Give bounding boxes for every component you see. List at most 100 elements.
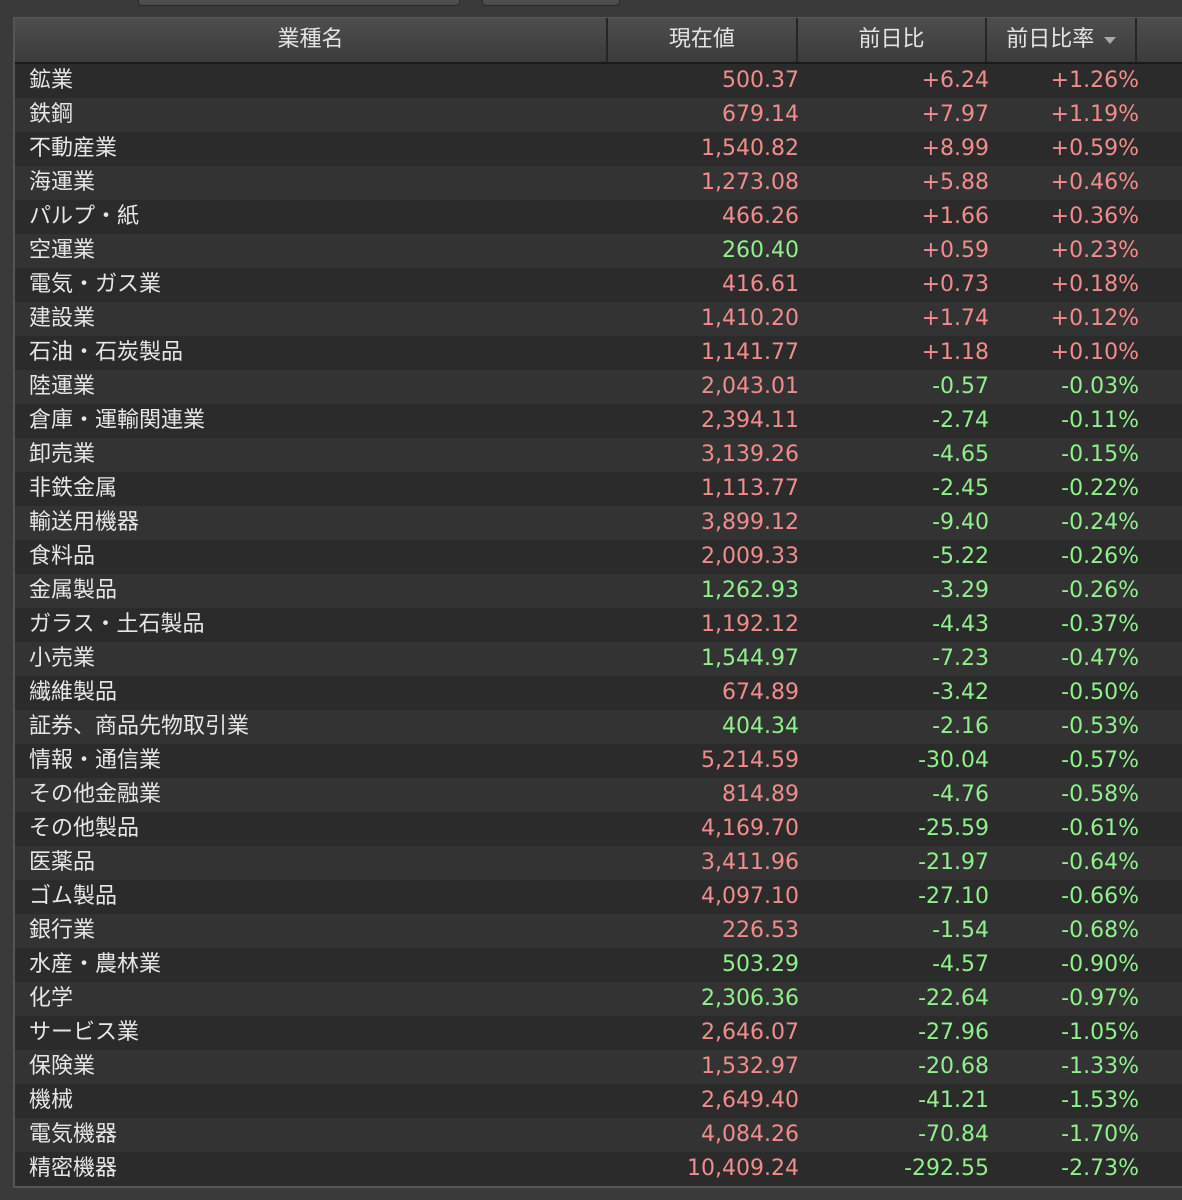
change-cell: +7.97 bbox=[921, 102, 989, 127]
table-row[interactable]: 空運業 260.40 +0.59 +0.23% bbox=[15, 234, 1182, 268]
price-cell: 5,214.59 bbox=[701, 748, 799, 773]
sector-name-cell: サービス業 bbox=[29, 1020, 140, 1045]
table-row[interactable]: 繊維製品 674.89 -3.42 -0.50% bbox=[15, 676, 1182, 710]
change-cell: -30.04 bbox=[918, 748, 989, 773]
change-rate-cell: -0.11% bbox=[1061, 408, 1139, 433]
sector-name-cell: 銀行業 bbox=[29, 918, 96, 943]
table-row[interactable]: 非鉄金属 1,113.77 -2.45 -0.22% bbox=[15, 472, 1182, 506]
toolbar-tab[interactable] bbox=[138, 0, 460, 6]
sort-descending-icon bbox=[1104, 36, 1117, 44]
change-cell: +5.88 bbox=[921, 170, 989, 195]
price-cell: 679.14 bbox=[722, 102, 799, 127]
table-row[interactable]: 建設業 1,410.20 +1.74 +0.12% bbox=[15, 302, 1182, 336]
table-row[interactable]: 輸送用機器 3,899.12 -9.40 -0.24% bbox=[15, 506, 1182, 540]
table-row[interactable]: 証券、商品先物取引業 404.34 -2.16 -0.53% bbox=[15, 710, 1182, 744]
table-row[interactable]: サービス業 2,646.07 -27.96 -1.05% bbox=[15, 1016, 1182, 1050]
change-rate-cell: -0.57% bbox=[1061, 748, 1139, 773]
price-cell: 1,532.97 bbox=[701, 1054, 799, 1079]
top-toolbar bbox=[0, 0, 1182, 16]
table-row[interactable]: 銀行業 226.53 -1.54 -0.68% bbox=[15, 914, 1182, 948]
price-cell: 4,084.26 bbox=[701, 1122, 799, 1147]
change-cell: -21.97 bbox=[918, 850, 989, 875]
change-rate-cell: +1.19% bbox=[1050, 102, 1139, 127]
column-header-name-label: 業種名 bbox=[277, 27, 344, 52]
change-cell: -27.96 bbox=[918, 1020, 989, 1045]
sector-name-cell: 水産・農林業 bbox=[29, 952, 162, 977]
change-cell: -4.57 bbox=[932, 952, 989, 977]
price-cell: 10,409.24 bbox=[687, 1156, 799, 1181]
column-header-name[interactable]: 業種名 bbox=[15, 18, 608, 62]
table-row[interactable]: 化学 2,306.36 -22.64 -0.97% bbox=[15, 982, 1182, 1016]
table-row[interactable]: 不動産業 1,540.82 +8.99 +0.59% bbox=[15, 132, 1182, 166]
price-cell: 1,544.97 bbox=[701, 646, 799, 671]
sector-name-cell: 不動産業 bbox=[29, 136, 118, 161]
price-cell: 466.26 bbox=[722, 204, 799, 229]
change-cell: -22.64 bbox=[918, 986, 989, 1011]
price-cell: 1,262.93 bbox=[701, 578, 799, 603]
change-cell: -27.10 bbox=[918, 884, 989, 909]
change-cell: -2.16 bbox=[932, 714, 989, 739]
column-header-price[interactable]: 現在値 bbox=[608, 18, 798, 62]
sector-name-cell: 輸送用機器 bbox=[29, 510, 140, 535]
table-row[interactable]: 機械 2,649.40 -41.21 -1.53% bbox=[15, 1084, 1182, 1118]
table-header: 業種名 現在値 前日比 前日比率 bbox=[15, 18, 1182, 64]
table-row[interactable]: その他金融業 814.89 -4.76 -0.58% bbox=[15, 778, 1182, 812]
table-row[interactable]: ガラス・土石製品 1,192.12 -4.43 -0.37% bbox=[15, 608, 1182, 642]
table-row[interactable]: 電気・ガス業 416.61 +0.73 +0.18% bbox=[15, 268, 1182, 302]
table-row[interactable]: 精密機器 10,409.24 -292.55 -2.73% bbox=[15, 1152, 1182, 1186]
table-row[interactable]: パルプ・紙 466.26 +1.66 +0.36% bbox=[15, 200, 1182, 234]
price-cell: 500.37 bbox=[722, 68, 799, 93]
change-rate-cell: -0.53% bbox=[1061, 714, 1139, 739]
table-row[interactable]: 石油・石炭製品 1,141.77 +1.18 +0.10% bbox=[15, 336, 1182, 370]
table-row[interactable]: 保険業 1,532.97 -20.68 -1.33% bbox=[15, 1050, 1182, 1084]
change-rate-cell: +0.10% bbox=[1050, 340, 1139, 365]
change-cell: -1.54 bbox=[932, 918, 989, 943]
sector-name-cell: 倉庫・運輸関連業 bbox=[29, 408, 206, 433]
price-cell: 3,139.26 bbox=[701, 442, 799, 467]
sector-name-cell: ガラス・土石製品 bbox=[29, 612, 205, 637]
table-row[interactable]: 水産・農林業 503.29 -4.57 -0.90% bbox=[15, 948, 1182, 982]
price-cell: 3,899.12 bbox=[701, 510, 799, 535]
toolbar-tab[interactable] bbox=[482, 0, 620, 6]
change-rate-cell: -0.97% bbox=[1061, 986, 1139, 1011]
change-cell: -9.40 bbox=[932, 510, 989, 535]
column-header-rate[interactable]: 前日比率 bbox=[987, 18, 1138, 62]
table-row[interactable]: 倉庫・運輸関連業 2,394.11 -2.74 -0.11% bbox=[15, 404, 1182, 438]
price-cell: 2,009.33 bbox=[701, 544, 799, 569]
change-rate-cell: -0.47% bbox=[1061, 646, 1139, 671]
price-cell: 260.40 bbox=[722, 238, 799, 263]
table-row[interactable]: 卸売業 3,139.26 -4.65 -0.15% bbox=[15, 438, 1182, 472]
price-cell: 404.34 bbox=[722, 714, 799, 739]
sector-name-cell: 食料品 bbox=[29, 544, 96, 569]
table-row[interactable]: 医薬品 3,411.96 -21.97 -0.64% bbox=[15, 846, 1182, 880]
change-cell: -4.76 bbox=[932, 782, 989, 807]
table-row[interactable]: 陸運業 2,043.01 -0.57 -0.03% bbox=[15, 370, 1182, 404]
change-cell: -3.42 bbox=[932, 680, 989, 705]
change-rate-cell: +0.46% bbox=[1050, 170, 1139, 195]
price-cell: 3,411.96 bbox=[701, 850, 799, 875]
table-row[interactable]: 鉱業 500.37 +6.24 +1.26% bbox=[15, 64, 1182, 98]
price-cell: 1,410.20 bbox=[701, 306, 799, 331]
table-row[interactable]: 海運業 1,273.08 +5.88 +0.46% bbox=[15, 166, 1182, 200]
change-cell: -3.29 bbox=[932, 578, 989, 603]
table-row[interactable]: その他製品 4,169.70 -25.59 -0.61% bbox=[15, 812, 1182, 846]
price-cell: 1,141.77 bbox=[701, 340, 799, 365]
table-row[interactable]: 金属製品 1,262.93 -3.29 -0.26% bbox=[15, 574, 1182, 608]
sector-name-cell: 卸売業 bbox=[29, 442, 96, 467]
change-rate-cell: +1.26% bbox=[1050, 68, 1139, 93]
change-cell: +0.73 bbox=[921, 272, 989, 297]
table-row[interactable]: 小売業 1,544.97 -7.23 -0.47% bbox=[15, 642, 1182, 676]
price-cell: 1,113.77 bbox=[701, 476, 799, 501]
table-row[interactable]: 食料品 2,009.33 -5.22 -0.26% bbox=[15, 540, 1182, 574]
price-cell: 2,394.11 bbox=[701, 408, 799, 433]
sector-name-cell: 海運業 bbox=[29, 170, 96, 195]
table-row[interactable]: 鉄鋼 679.14 +7.97 +1.19% bbox=[15, 98, 1182, 132]
sector-name-cell: 鉄鋼 bbox=[29, 102, 74, 127]
column-header-spacer bbox=[1137, 18, 1182, 62]
table-row[interactable]: 電気機器 4,084.26 -70.84 -1.70% bbox=[15, 1118, 1182, 1152]
column-header-change[interactable]: 前日比 bbox=[798, 18, 988, 62]
table-row[interactable]: ゴム製品 4,097.10 -27.10 -0.66% bbox=[15, 880, 1182, 914]
table-row[interactable]: 情報・通信業 5,214.59 -30.04 -0.57% bbox=[15, 744, 1182, 778]
change-cell: -41.21 bbox=[918, 1088, 989, 1113]
sector-name-cell: 建設業 bbox=[29, 306, 96, 331]
